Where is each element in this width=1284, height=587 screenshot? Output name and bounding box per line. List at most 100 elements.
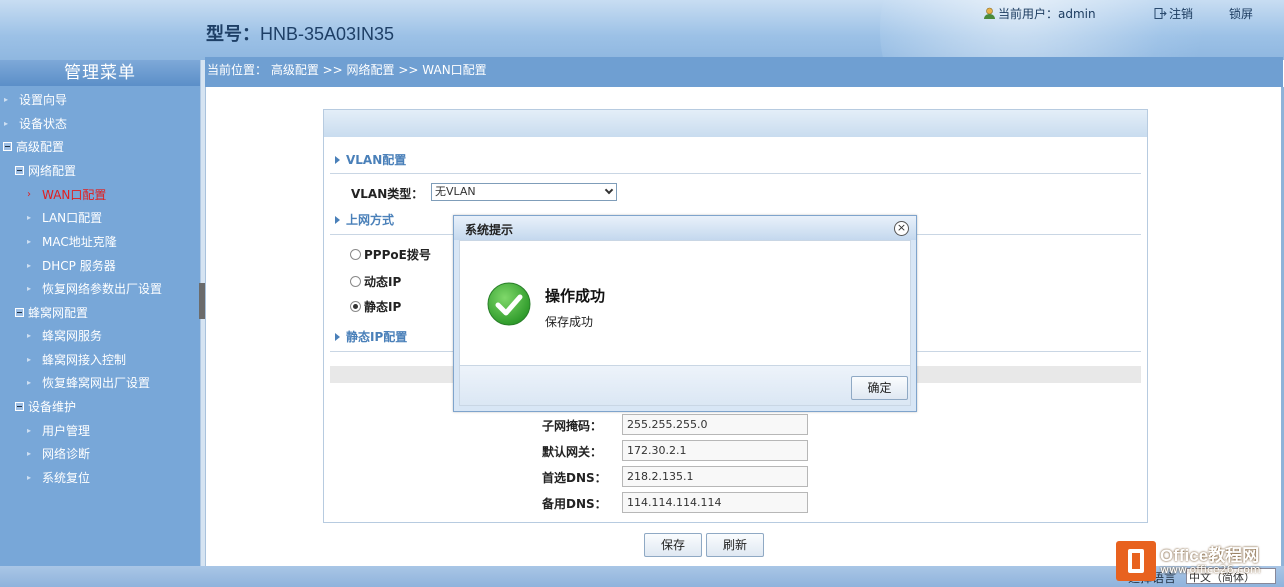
sidebar-item-label: 恢复网络参数出厂设置: [42, 282, 163, 296]
static-ip-section-title: 静态IP配置: [346, 330, 408, 344]
sidebar-item-user-management[interactable]: ▸ 用户管理: [27, 422, 90, 439]
bullet-icon: ▸: [27, 331, 32, 340]
primary-dns-input[interactable]: 218.2.135.1: [622, 466, 808, 487]
sidebar-item-mac-clone[interactable]: ▸ MAC地址克隆: [27, 233, 117, 250]
sidebar-item-label: 恢复蜂窝网出厂设置: [42, 376, 151, 390]
sidebar-item-network-diagnosis[interactable]: ▸ 网络诊断: [27, 445, 90, 462]
divider: [330, 173, 1141, 174]
sidebar-item-cellular-service[interactable]: ▸ 蜂窝网服务: [27, 327, 102, 344]
sidebar-item-cellular-access-control[interactable]: ▸ 蜂窝网接入控制: [27, 351, 126, 368]
bullet-icon: ▸: [27, 261, 32, 270]
sidebar-item-label: 系统复位: [42, 471, 91, 485]
radio-button[interactable]: [350, 249, 361, 260]
gateway-label: 默认网关：: [542, 445, 603, 459]
sidebar-item-network-factory-reset[interactable]: ▸ 恢复网络参数出厂设置: [27, 280, 162, 297]
secondary-dns-label: 备用DNS：: [542, 497, 607, 511]
subnet-mask-label: 子网掩码：: [542, 419, 603, 433]
sidebar-item-label: 网络诊断: [42, 447, 91, 461]
sidebar-group-maintenance[interactable]: 设备维护: [15, 398, 76, 415]
static-ip-section-header[interactable]: 静态IP配置: [335, 328, 407, 345]
sidebar-group-network[interactable]: 网络配置: [15, 162, 76, 179]
ok-button[interactable]: 确定: [851, 376, 908, 400]
logout-icon: [1154, 8, 1167, 19]
save-button[interactable]: 保存: [644, 533, 702, 557]
current-user-name: admin: [1058, 7, 1096, 21]
sidebar-item-label: 蜂窝网配置: [28, 306, 89, 320]
logout-link[interactable]: 注销: [1154, 5, 1193, 22]
radio-label: PPPoE拨号: [364, 248, 431, 262]
user-icon: [984, 7, 995, 19]
internet-mode-section-header[interactable]: 上网方式: [335, 211, 394, 228]
sidebar-item-label: LAN口配置: [42, 211, 103, 225]
breadcrumb: 当前位置： 高级配置 >> 网络配置 >> WAN口配置: [207, 63, 487, 77]
vlan-section-header[interactable]: VLAN配置: [335, 151, 406, 168]
dialog-titlebar: [454, 216, 916, 240]
vlan-type-label: VLAN类型：: [351, 187, 424, 201]
collapse-icon: [15, 308, 24, 317]
watermark-url: www.office26.com: [1160, 563, 1261, 576]
primary-dns-label: 首选DNS：: [542, 471, 607, 485]
sidebar-item-label: MAC地址克隆: [42, 235, 117, 249]
refresh-button[interactable]: 刷新: [706, 533, 764, 557]
close-icon[interactable]: ×: [894, 221, 909, 236]
current-user-label: 当前用户：: [998, 7, 1059, 21]
secondary-dns-input[interactable]: 114.114.114.114: [622, 492, 808, 513]
sidebar-item-cellular-factory-reset[interactable]: ▸ 恢复蜂窝网出厂设置: [27, 374, 150, 391]
chevron-down-icon: [604, 185, 614, 195]
gateway-input[interactable]: 172.30.2.1: [622, 440, 808, 461]
bullet-icon: ▸: [27, 426, 32, 435]
model-value: HNB-35A03IN35: [260, 24, 395, 44]
sidebar-item-label: 高级配置: [16, 140, 65, 154]
sidebar-item-label: 网络配置: [28, 164, 77, 178]
model-label: 型号: [206, 24, 242, 44]
bullet-icon: ▸: [27, 213, 32, 222]
radio-pppoe[interactable]: PPPoE拨号: [350, 246, 431, 263]
vlan-section-title: VLAN配置: [346, 153, 407, 167]
sidebar-item-dhcp-server[interactable]: ▸ DHCP 服务器: [27, 257, 116, 274]
sidebar-item-label: 用户管理: [42, 424, 91, 438]
collapse-icon: [15, 166, 24, 175]
dialog-title: 系统提示: [465, 223, 514, 237]
radio-button-selected[interactable]: [350, 301, 361, 312]
radio-button[interactable]: [350, 276, 361, 287]
logout-label: 注销: [1169, 7, 1194, 21]
vlan-type-value: 无VLAN: [435, 185, 476, 198]
dialog-footer: [459, 366, 911, 406]
bullet-icon: ▸: [27, 378, 32, 387]
sidebar-group-advanced[interactable]: 高级配置: [3, 138, 64, 155]
lock-screen-link[interactable]: 锁屏: [1229, 5, 1253, 22]
bullet-icon: ▸: [27, 449, 32, 458]
sidebar-item-label: 设置向导: [19, 93, 68, 107]
radio-dynamic-ip[interactable]: 动态IP: [350, 273, 401, 290]
subnet-mask-input[interactable]: 255.255.255.0: [622, 414, 808, 435]
expand-triangle-icon: [335, 333, 340, 341]
chevron-right-icon: ›: [27, 189, 31, 200]
sidebar-item-device-status[interactable]: ▸ 设备状态: [4, 115, 67, 132]
sidebar-item-label: 蜂窝网接入控制: [42, 353, 127, 367]
radio-label: 静态IP: [364, 300, 402, 314]
sidebar-item-wan-config[interactable]: › WAN口配置: [27, 186, 106, 203]
sidebar-item-label: 设备状态: [19, 117, 68, 131]
current-user: 当前用户：admin: [983, 5, 1096, 22]
model-title: 型号：HNB-35A03IN35: [206, 20, 394, 46]
expand-triangle-icon: [335, 216, 340, 224]
bottom-bar: [0, 566, 1284, 587]
collapse-icon: [3, 142, 12, 151]
sidebar-item-lan-config[interactable]: ▸ LAN口配置: [27, 209, 102, 226]
sidebar-group-cellular[interactable]: 蜂窝网配置: [15, 304, 88, 321]
sidebar-item-label: WAN口配置: [42, 188, 107, 202]
dialog-message: 操作成功: [545, 287, 606, 305]
expand-triangle-icon: [335, 156, 340, 164]
sidebar-item-setup-wizard[interactable]: ▸ 设置向导: [4, 91, 67, 108]
sidebar-title: 管理菜单: [0, 60, 200, 86]
radio-label: 动态IP: [364, 275, 402, 289]
sidebar-item-system-reset[interactable]: ▸ 系统复位: [27, 469, 90, 486]
sidebar-item-label: 蜂窝网服务: [42, 329, 103, 343]
internet-mode-section-title: 上网方式: [346, 213, 395, 227]
radio-static-ip[interactable]: 静态IP: [350, 298, 401, 315]
bullet-icon: ▸: [27, 284, 32, 293]
dialog-detail: 保存成功: [545, 315, 594, 329]
bullet-icon: ▸: [27, 355, 32, 364]
vlan-type-select[interactable]: 无VLAN: [431, 183, 617, 201]
bullet-icon: ▸: [27, 473, 32, 482]
